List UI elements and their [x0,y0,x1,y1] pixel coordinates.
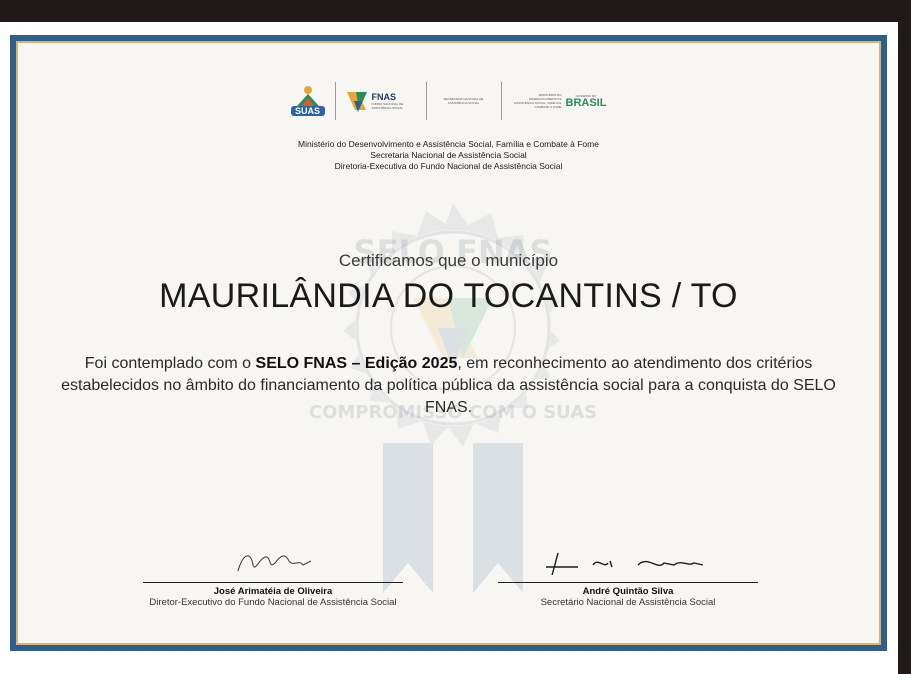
signature-line [498,582,758,583]
logos-row: SUAS FNAS FUNDO NACIONAL DE ASSISTÊNCIA … [18,81,879,121]
fnas-sub-label: FUNDO NACIONAL DE ASSISTÊNCIA SOCIAL [371,102,404,110]
signature-left-role: Diretor-Executivo do Fundo Nacional de A… [149,597,397,608]
suas-label: SUAS [290,106,325,116]
snas-logo: SECRETARIA NACIONAL DE ASSISTÊNCIA SOCIA… [437,97,491,105]
government-logo: MINISTÉRIO DO DESENVOLVIMENTO E ASSISTÊN… [512,93,607,109]
body-text-bold: SELO FNAS – Edição 2025 [255,355,458,372]
top-dark-bar [0,0,911,22]
signature-right-image [546,552,704,584]
ministry-line-2: Secretaria Nacional de Assistência Socia… [370,150,527,160]
certificate-paper: SELO FNAS COMPROMISSO COM O SUAS SUAS FN… [16,41,881,645]
logo-divider [334,82,336,120]
signature-left: José Arimatéia de Oliveira Diretor-Execu… [143,543,403,608]
signature-right: André Quintão Silva Secretário Nacional … [498,543,758,608]
fnas-label: FNAS [371,92,397,102]
fnas-emblem-icon [346,92,367,112]
logo-divider [500,82,502,120]
municipality-name: MAURILÂNDIA DO TOCANTINS / TO [159,277,738,315]
ministry-header: Ministério do Desenvolvimento e Assistên… [18,139,879,172]
logo-divider [425,82,427,120]
fnas-logo: FNAS FUNDO NACIONAL DE ASSISTÊNCIA SOCIA… [346,88,416,114]
signature-right-name: André Quintão Silva [582,586,674,597]
signature-line [143,582,403,583]
signature-left-image [237,555,312,572]
body-text-pre: Foi contemplado com o [84,355,256,372]
suas-logo: SUAS [290,84,325,118]
certificate-body: Foi contemplado com o SELO FNAS – Edição… [48,353,849,419]
snas-label: SECRETARIA NACIONAL DE ASSISTÊNCIA SOCIA… [443,97,484,105]
ministry-label: MINISTÉRIO DO DESENVOLVIMENTO E ASSISTÊN… [514,93,562,109]
signature-left-name: José Arimatéia de Oliveira [213,586,333,597]
signature-right-role: Secretário Nacional de Assistência Socia… [540,597,716,608]
ministry-line-1: Ministério do Desenvolvimento e Assistên… [298,139,599,149]
right-dark-bar [898,0,911,674]
certify-intro: Certificamos que o município [338,251,559,270]
certificate-frame: SELO FNAS COMPROMISSO COM O SUAS SUAS FN… [10,35,887,651]
ministry-line-3: Diretoria-Executiva do Fundo Nacional de… [334,161,563,171]
brasil-label: BRASIL [565,96,607,109]
